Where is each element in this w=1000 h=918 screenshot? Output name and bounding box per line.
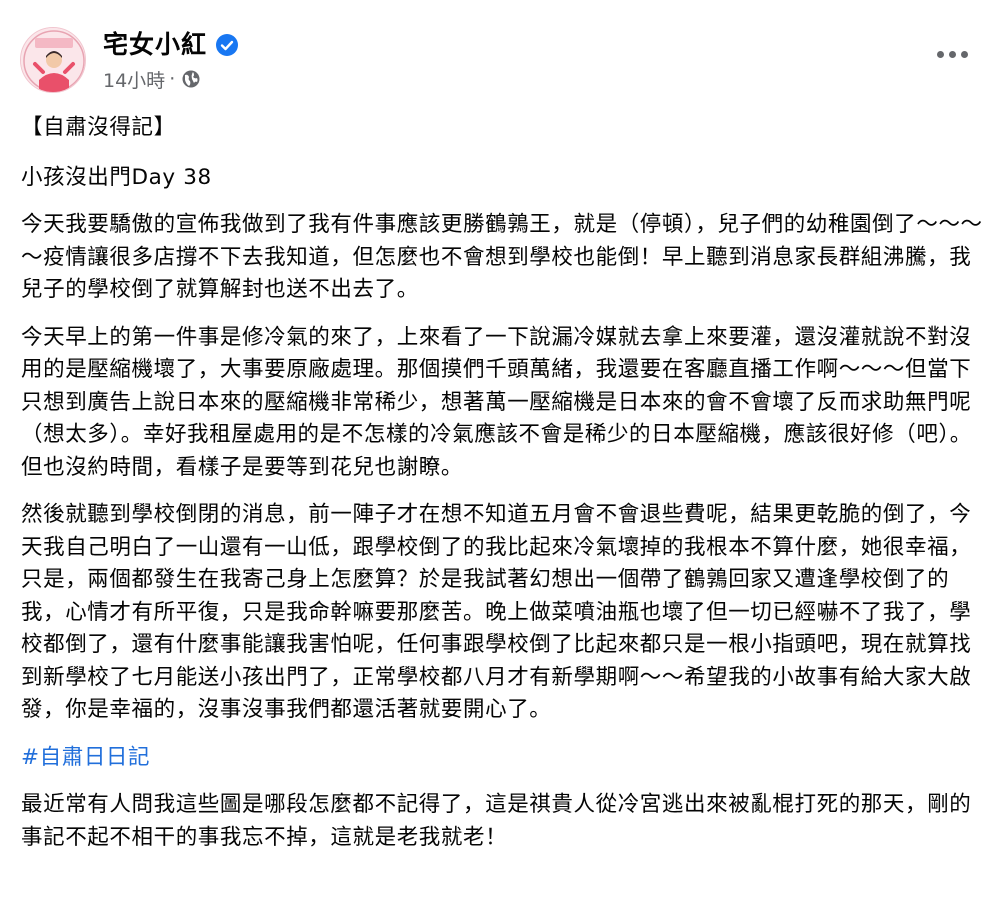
meta-separator: · — [169, 68, 176, 90]
verified-badge-icon — [215, 33, 239, 57]
more-dot — [960, 50, 968, 58]
more-dot — [948, 50, 956, 58]
post-meta: 14小時 · — [103, 66, 201, 92]
author-row: 宅女小紅 — [103, 28, 239, 62]
post-paragraph: 今天我要驕傲的宣佈我做到了我有件事應該更勝鶴鶉王，就是（停頓），兒子們的幼稚園倒… — [21, 212, 983, 302]
hashtag-paragraph: #自肅日日記 — [21, 742, 983, 775]
author-name[interactable]: 宅女小紅 — [103, 28, 207, 62]
more-options-icon[interactable] — [930, 44, 974, 64]
post-closing: 最近常有人問我這些圖是哪段怎麼都不記得了，這是祺貴人從冷宮逃出來被亂棍打死的那天… — [21, 792, 972, 850]
facebook-post: 宅女小紅 14小時 · 【自肅沒得記】 小孩沒出門Day 38 今天我要驕傲的宣… — [0, 0, 1000, 918]
post-subtitle: 小孩沒出門Day 38 — [21, 164, 212, 190]
avatar-image — [21, 28, 85, 92]
globe-icon[interactable] — [181, 69, 201, 89]
hashtag-link[interactable]: #自肅日日記 — [21, 745, 150, 770]
more-dot — [936, 50, 944, 58]
avatar[interactable] — [20, 27, 86, 93]
post-time[interactable]: 14小時 — [103, 66, 165, 93]
post-header: 宅女小紅 14小時 · — [20, 22, 980, 93]
post-paragraph: 今天早上的第一件事是修冷氣的來了，上來看了一下說漏冷媒就去拿上來要灌，還沒灌就說… — [21, 324, 972, 480]
post-title: 【自肅沒得記】 — [21, 115, 176, 140]
post-body: 【自肅沒得記】 小孩沒出門Day 38 今天我要驕傲的宣佈我做到了我有件事應該更… — [21, 112, 983, 869]
post-paragraph: 然後就聽到學校倒閉的消息，前一陣子才在想不知道五月會不會退些費呢，結果更乾脆的倒… — [21, 502, 972, 722]
